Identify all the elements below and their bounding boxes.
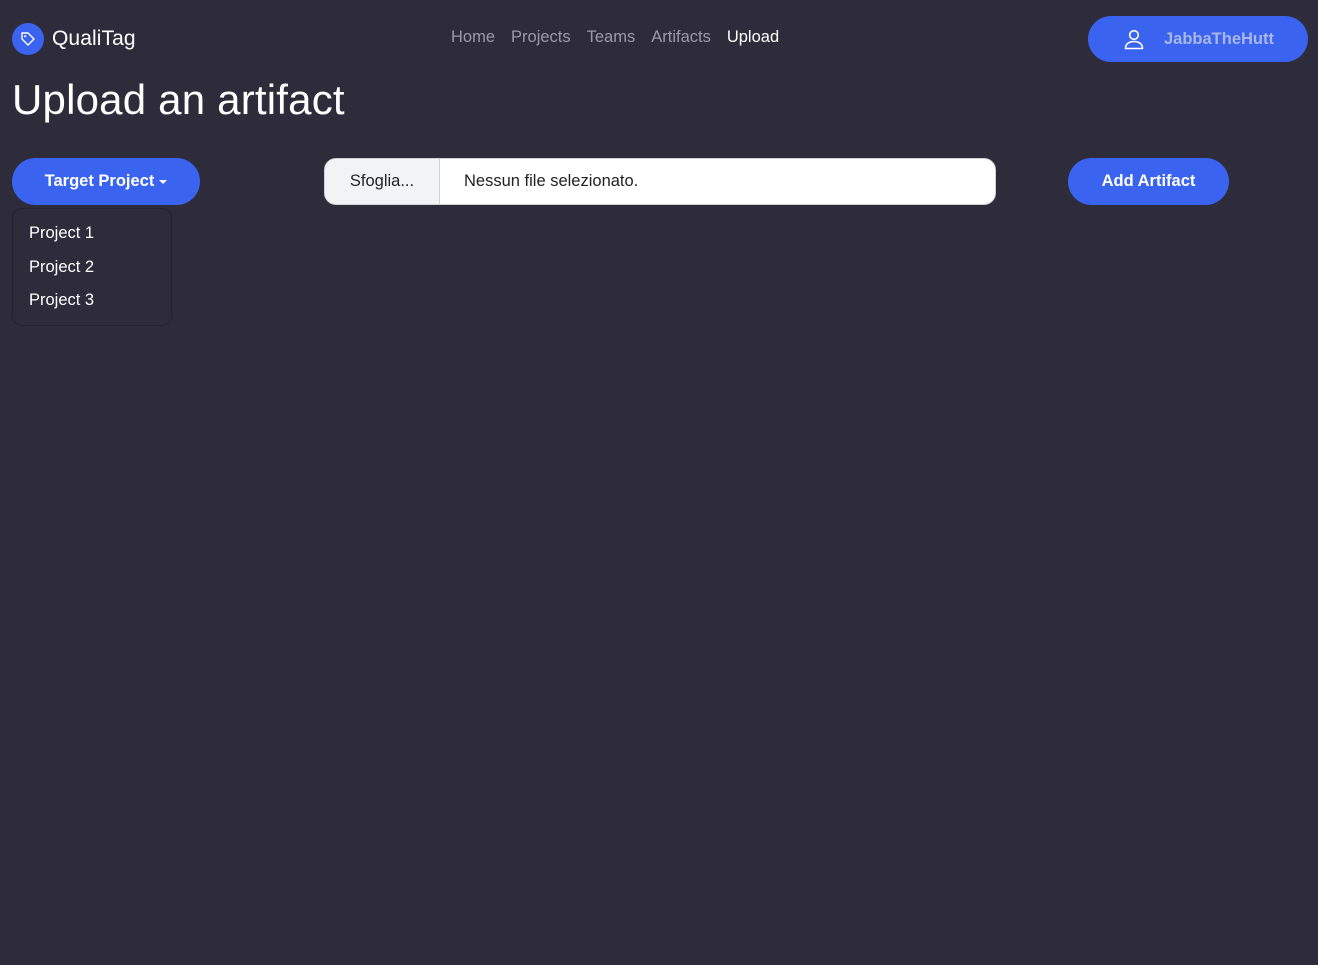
user-name: JabbaTheHutt <box>1164 29 1275 48</box>
target-project-label: Target Project <box>44 172 155 190</box>
dropdown-item-project-2[interactable]: Project 2 <box>13 255 171 289</box>
nav-links: Home Projects Teams Artifacts Upload <box>451 28 779 47</box>
user-menu-button[interactable]: JabbaTheHutt <box>1088 16 1308 62</box>
nav-link-projects[interactable]: Projects <box>511 28 571 47</box>
brand-name: QualiTag <box>52 27 136 50</box>
file-status-text: Nessun file selezionato. <box>464 172 639 190</box>
target-project-dropdown-menu: Project 1 Project 2 Project 3 <box>12 208 172 326</box>
nav-link-home[interactable]: Home <box>451 28 495 47</box>
user-icon <box>1122 27 1146 51</box>
dropdown-item-project-3[interactable]: Project 3 <box>13 288 171 322</box>
add-artifact-button[interactable]: Add Artifact <box>1068 158 1229 205</box>
nav-link-teams[interactable]: Teams <box>587 28 636 47</box>
nav-link-upload[interactable]: Upload <box>727 28 779 47</box>
nav-link-artifacts[interactable]: Artifacts <box>651 28 711 47</box>
page-title: Upload an artifact <box>12 76 345 123</box>
caret-down-icon <box>159 179 168 184</box>
file-input[interactable]: Sfoglia... Nessun file selezionato. <box>324 158 996 205</box>
dropdown-item-project-1[interactable]: Project 1 <box>13 221 171 255</box>
tag-icon <box>12 23 44 55</box>
file-browse-button[interactable]: Sfoglia... <box>325 159 440 204</box>
brand[interactable]: QualiTag <box>12 23 136 55</box>
target-project-dropdown-button[interactable]: Target Project <box>12 158 200 205</box>
navbar: QualiTag Home Projects Teams Artifacts U… <box>0 0 1318 78</box>
